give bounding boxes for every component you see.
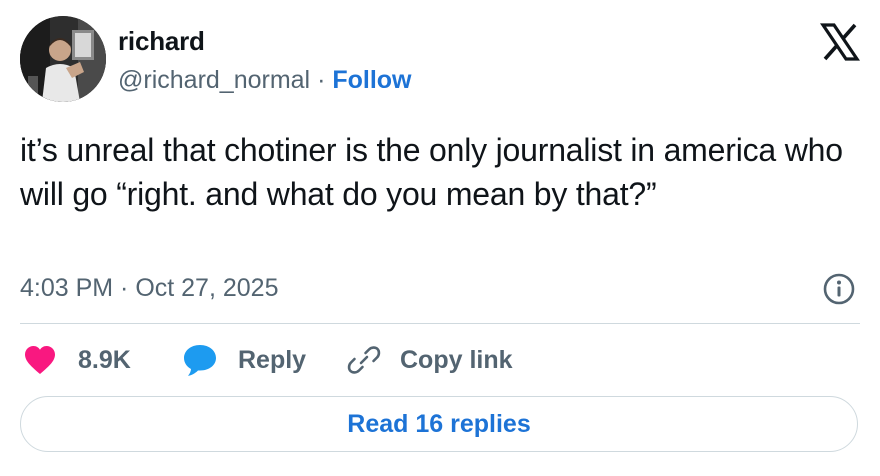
reply-button[interactable]: Reply (182, 338, 306, 382)
link-icon (346, 342, 382, 378)
x-logo-icon[interactable] (819, 22, 861, 62)
display-name[interactable]: richard (118, 26, 205, 57)
like-button[interactable]: 8.9K (24, 338, 131, 382)
copy-link-button[interactable]: Copy link (346, 338, 513, 382)
user-avatar-photo-icon (20, 16, 106, 102)
like-count: 8.9K (78, 345, 131, 374)
tweet-meta: 4:03 PM · Oct 27, 2025 (20, 272, 860, 308)
read-replies-button[interactable]: Read 16 replies (20, 396, 858, 452)
handle-row: @richard_normal · Follow (118, 66, 412, 95)
action-bar: 8.9K Reply Copy link (24, 338, 860, 382)
heart-icon (24, 345, 56, 375)
tweet-header: richard @richard_normal · Follow (20, 16, 861, 102)
avatar[interactable] (20, 16, 106, 102)
divider (20, 323, 860, 324)
speech-bubble-icon (182, 343, 218, 377)
timestamp[interactable]: 4:03 PM · Oct 27, 2025 (20, 274, 278, 303)
copy-link-label: Copy link (400, 345, 513, 374)
separator: · (310, 66, 333, 94)
info-icon[interactable] (822, 272, 856, 306)
tweet-text: it’s unreal that chotiner is the only jo… (20, 132, 843, 212)
follow-button[interactable]: Follow (332, 66, 411, 94)
handle[interactable]: @richard_normal (118, 66, 310, 94)
reply-label: Reply (238, 345, 307, 374)
